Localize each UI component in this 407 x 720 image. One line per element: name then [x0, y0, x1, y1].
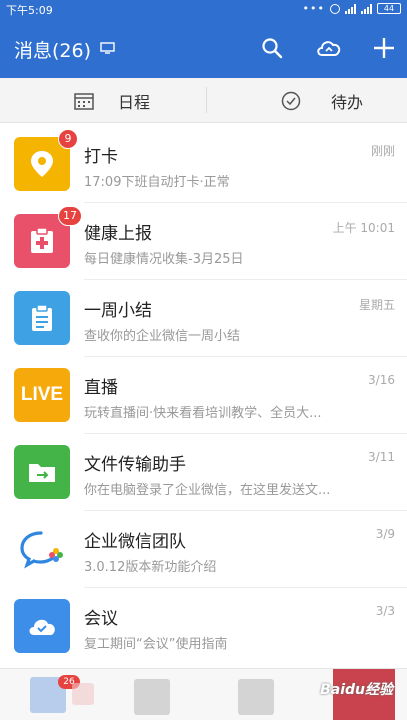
- watermark-label: Baidu经验: [320, 682, 393, 698]
- cloud-icon: [317, 41, 341, 56]
- message-time: 3/11: [368, 450, 395, 464]
- file-transfer-avatar: [14, 445, 70, 499]
- check-circle-icon: [281, 91, 301, 110]
- tab-todo[interactable]: 待办: [281, 78, 363, 123]
- wework-team-avatar: [14, 522, 70, 576]
- message-list: 9 打卡 17:09下班自动打卡·正常 刚刚 17 健康上报 每日健康情况收集-…: [0, 126, 407, 665]
- status-indicators: ••• 44: [303, 2, 401, 15]
- message-name: 会议: [84, 609, 118, 629]
- meeting-avatar: [14, 599, 70, 653]
- nav-blur: [72, 683, 94, 705]
- message-time: 上午 10:01: [332, 221, 395, 235]
- tab-divider: [206, 87, 207, 113]
- message-item-checkin[interactable]: 9 打卡 17:09下班自动打卡·正常 刚刚: [0, 126, 407, 203]
- location-pin-icon: [31, 151, 53, 177]
- message-name: 健康上报: [84, 224, 152, 244]
- status-time: 下午5:09: [6, 4, 53, 17]
- notification-dots: •••: [302, 2, 325, 15]
- message-preview: 玩转直播间·快来看看培训教学、全员大...: [84, 406, 322, 421]
- tab-schedule[interactable]: 日程: [74, 78, 150, 123]
- message-item-weekly[interactable]: 一周小结 查收你的企业微信一周小结 星期五: [0, 280, 407, 357]
- wework-logo-icon: [20, 531, 63, 569]
- message-item-meeting[interactable]: 会议 复工期间“会议”使用指南 3/3: [0, 588, 407, 665]
- alarm-icon: [330, 3, 340, 14]
- nav-contacts-icon[interactable]: [134, 679, 170, 715]
- message-preview: 复工期间“会议”使用指南: [84, 637, 228, 652]
- add-button[interactable]: [370, 34, 398, 62]
- message-item-health[interactable]: 17 健康上报 每日健康情况收集-3月25日 上午 10:01: [0, 203, 407, 280]
- search-icon: [262, 38, 283, 59]
- tab-schedule-label: 日程: [118, 92, 151, 112]
- message-preview: 17:09下班自动打卡·正常: [84, 175, 230, 190]
- unread-badge: 9: [58, 129, 78, 149]
- live-avatar: LIVE: [14, 368, 70, 422]
- desktop-icon: [100, 42, 115, 54]
- search-button[interactable]: [258, 34, 286, 62]
- quick-tabs: 日程 待办: [0, 78, 407, 123]
- message-item-file-transfer[interactable]: 文件传输助手 你在电脑登录了企业微信，在这里发送文... 3/11: [0, 434, 407, 511]
- message-preview: 查收你的企业微信一周小结: [84, 329, 241, 344]
- message-time: 刚刚: [370, 144, 395, 158]
- meeting-icon: [29, 619, 55, 635]
- page-title: 消息(26): [14, 40, 92, 62]
- signal-icon: [345, 3, 356, 14]
- tab-todo-label: 待办: [331, 92, 364, 112]
- message-item-live[interactable]: LIVE 直播 玩转直播间·快来看看培训教学、全员大... 3/16: [0, 357, 407, 434]
- calendar-icon: [74, 92, 94, 110]
- signal-2-icon: [361, 3, 372, 14]
- bottom-nav: 26 Baidu经验: [0, 668, 407, 720]
- message-preview: 3.0.12版本新功能介绍: [84, 560, 217, 575]
- watermark: Baidu经验: [320, 679, 393, 699]
- message-time: 星期五: [358, 298, 395, 312]
- weekly-avatar: [14, 291, 70, 345]
- folder-icon: [29, 464, 55, 482]
- message-time: 3/16: [368, 373, 395, 387]
- clipboard-icon: [32, 304, 52, 331]
- cloud-button[interactable]: [315, 34, 343, 62]
- message-name: 企业微信团队: [84, 532, 186, 552]
- message-item-wework-team[interactable]: 企业微信团队 3.0.12版本新功能介绍 3/9: [0, 511, 407, 588]
- message-name: 直播: [84, 378, 118, 398]
- message-name: 打卡: [84, 147, 118, 167]
- message-preview: 你在电脑登录了企业微信，在这里发送文...: [84, 483, 331, 498]
- message-preview: 每日健康情况收集-3月25日: [84, 252, 244, 267]
- message-time: 3/9: [375, 527, 395, 541]
- live-icon: LIVE: [20, 384, 64, 405]
- nav-workbench-icon[interactable]: [238, 679, 274, 715]
- app-header: 消息(26): [0, 18, 407, 78]
- health-report-icon: [31, 227, 53, 253]
- battery-icon: 44: [377, 3, 401, 14]
- unread-badge: 17: [58, 206, 82, 226]
- message-time: 3/3: [375, 604, 395, 618]
- message-name: 文件传输助手: [84, 455, 186, 475]
- message-name: 一周小结: [84, 301, 152, 321]
- plus-icon: [374, 38, 394, 58]
- status-bar: 下午5:09 ••• 44: [0, 0, 407, 18]
